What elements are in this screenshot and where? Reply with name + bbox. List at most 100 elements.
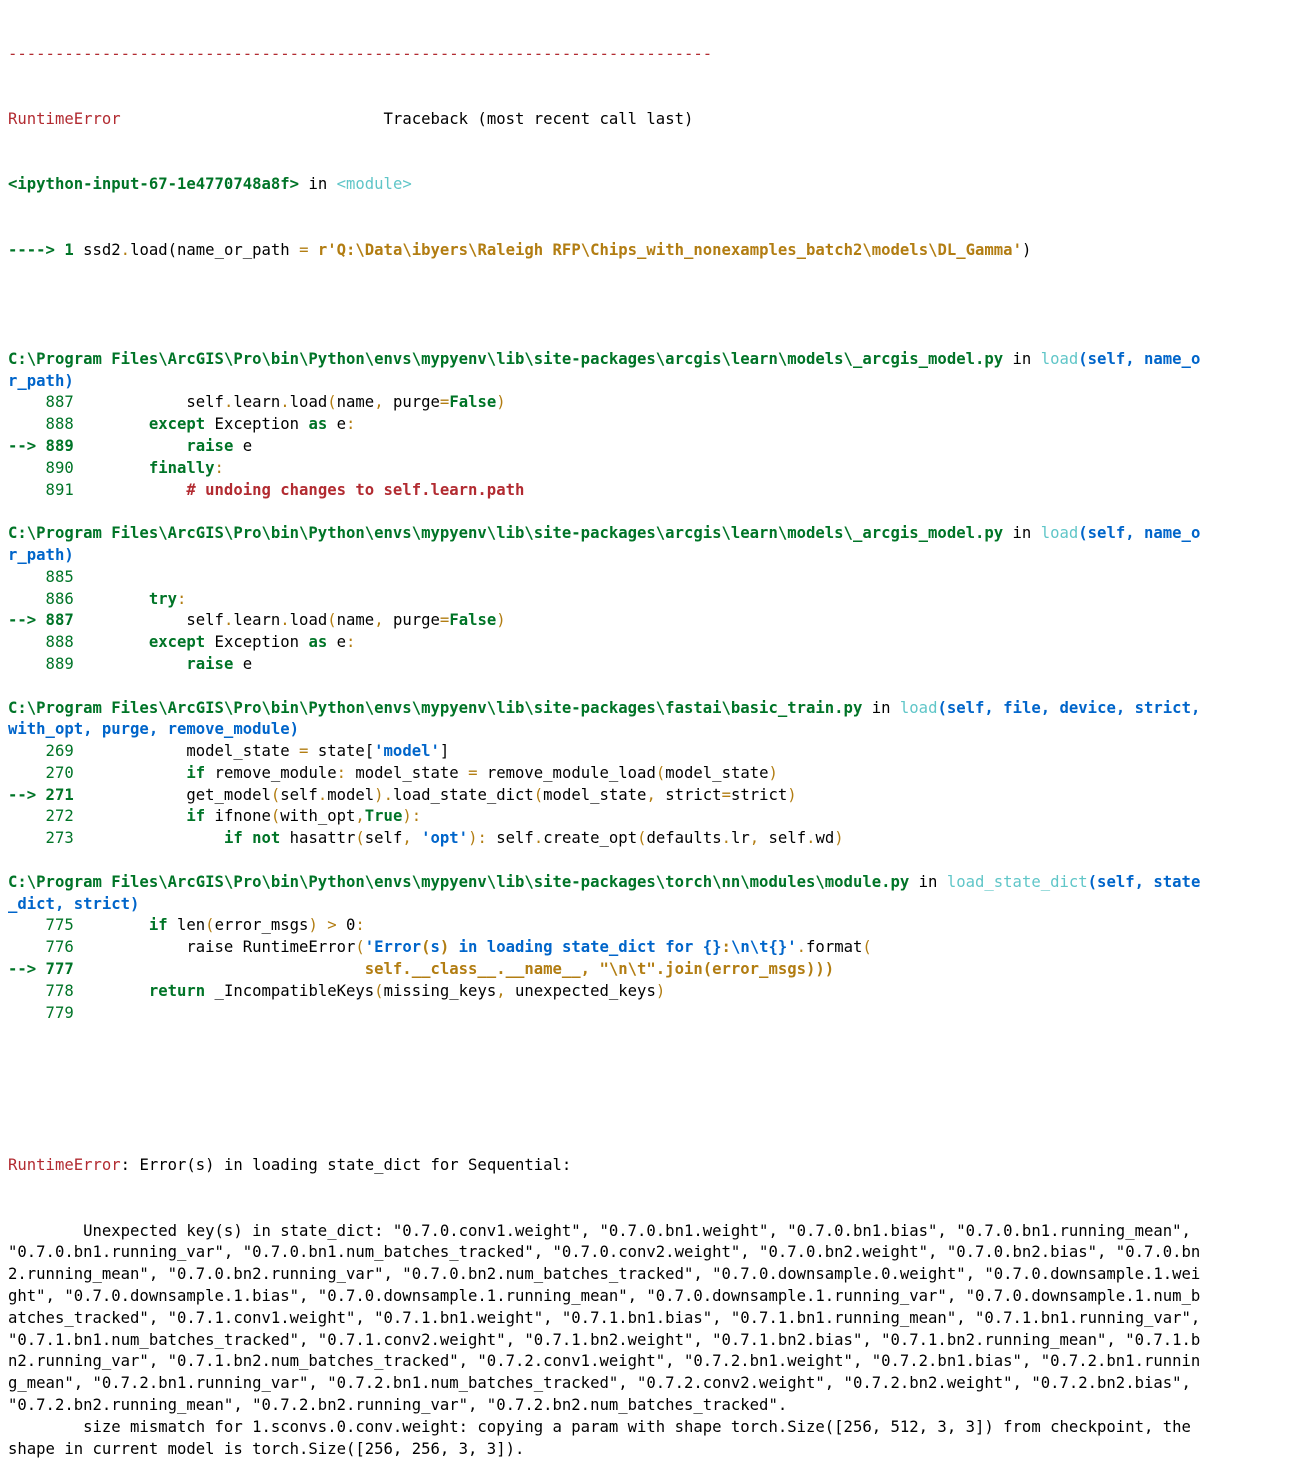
frame-in-word: in [909, 872, 947, 891]
frame-header: C:\Program Files\ArcGIS\Pro\bin\Python\e… [8, 872, 1294, 894]
frame-sig-cont: r_path) [8, 545, 74, 564]
frame-path: C:\Program Files\ArcGIS\Pro\bin\Python\e… [8, 872, 910, 891]
line-number: 885 [8, 567, 74, 586]
line-code: raise e [186, 654, 253, 673]
frame-func: load [1040, 349, 1079, 368]
line-code: if not hasattr(self, 'opt'): self.create… [223, 829, 844, 848]
line-code: return _IncompatibleKeys(missing_keys, u… [148, 981, 666, 1000]
line-number: 775 [8, 916, 74, 935]
frames: C:\Program Files\ArcGIS\Pro\bin\Python\e… [8, 327, 1294, 1025]
raw-string: r'Q:\Data\ibyers\Raleigh RFP\Chips_with_… [308, 240, 1022, 259]
code-line: --> 271 get_model(self.model).load_state… [8, 785, 1294, 807]
line-code: raise e [186, 436, 253, 455]
frame-header: C:\Program Files\ArcGIS\Pro\bin\Python\e… [8, 349, 1294, 371]
first-call: load [130, 240, 168, 259]
code-line: --> 887 self.learn.load(name, purge=Fals… [8, 610, 1294, 632]
line-number: 886 [8, 589, 74, 608]
frame-sig: (self, file, device, strict, [937, 698, 1201, 717]
frame-sig-cont: r_path) [8, 371, 74, 390]
error-detail-line: g_mean", "0.7.2.bn1.running_var", "0.7.2… [8, 1374, 1191, 1393]
frame-in-word: in [1003, 349, 1041, 368]
final-error-name: RuntimeError [8, 1156, 121, 1175]
first-obj: ssd2 [83, 240, 121, 259]
line-number: 889 [8, 654, 74, 673]
code-line: 888 except Exception as e: [8, 414, 1294, 436]
line-number: --> 889 [8, 436, 74, 455]
error-detail-line: 2.running_mean", "0.7.0.bn2.running_var"… [8, 1265, 1201, 1284]
frame-in-word: in [862, 698, 900, 717]
input-cell-line: <ipython-input-67-1e4770748a8f> in <modu… [8, 174, 1294, 196]
first-call-line: ----> 1 ssd2.load(name_or_path = r'Q:\Da… [8, 240, 1294, 262]
code-line: 891 # undoing changes to self.learn.path [8, 480, 1294, 502]
frame-func: load [1040, 524, 1079, 543]
final-error-line: RuntimeError: Error(s) in loading state_… [8, 1155, 1294, 1177]
final-error-msg: : Error(s) in loading state_dict for Seq… [120, 1156, 572, 1175]
line-code: # undoing changes to self.learn.path [73, 480, 525, 499]
error-detail-line: "0.7.1.bn1.num_batches_tracked", "0.7.1.… [8, 1330, 1201, 1349]
line-code: self.learn.load(name, purge=False) [73, 393, 506, 412]
close-paren: ) [1021, 240, 1032, 259]
line-number: 779 [8, 1003, 74, 1022]
traceback-title: Traceback (most recent call last) [383, 109, 694, 128]
final-error-details: Unexpected key(s) in state_dict: "0.7.0.… [8, 1221, 1294, 1461]
line-number: 891 [8, 480, 74, 499]
line-code: if ifnone(with_opt,True): [186, 807, 422, 826]
frame-func: load_state_dict [946, 872, 1088, 891]
line-code: raise RuntimeError('Error(s) in loading … [73, 938, 872, 957]
line-number: 890 [8, 458, 74, 477]
code-line: 775 if len(error_msgs) > 0: [8, 915, 1294, 937]
frame-path: C:\Program Files\ArcGIS\Pro\bin\Python\e… [8, 698, 863, 717]
error-detail-line: shape in current model is torch.Size([25… [8, 1439, 525, 1458]
traceback-output: ----------------------------------------… [0, 0, 1302, 1482]
code-line: 888 except Exception as e: [8, 632, 1294, 654]
frame-sig: (self, name_o [1078, 524, 1201, 543]
line-code: except Exception as e: [148, 415, 356, 434]
code-line: 776 raise RuntimeError('Error(s) in load… [8, 937, 1294, 959]
first-arrow: ----> 1 [8, 240, 74, 259]
frame-func: load [899, 698, 938, 717]
code-line: 273 if not hasattr(self, 'opt'): self.cr… [8, 828, 1294, 850]
line-number: 273 [8, 829, 74, 848]
line-number: 888 [8, 415, 74, 434]
separator-line: ----------------------------------------… [8, 44, 713, 63]
frame-sig: (self, state [1087, 872, 1201, 891]
frame-header: C:\Program Files\ArcGIS\Pro\bin\Python\e… [8, 523, 1294, 545]
line-number: 270 [8, 763, 74, 782]
line-code: except Exception as e: [148, 633, 356, 652]
error-name: RuntimeError [8, 109, 121, 128]
line-number: 887 [8, 393, 74, 412]
line-number: 888 [8, 633, 74, 652]
code-line: 887 self.learn.load(name, purge=False) [8, 392, 1294, 414]
frame-path: C:\Program Files\ArcGIS\Pro\bin\Python\e… [8, 349, 1004, 368]
line-code: try: [148, 589, 187, 608]
code-line: --> 777 self.__class__.__name__, "\n\t".… [8, 959, 1294, 981]
code-line: 269 model_state = state['model'] [8, 741, 1294, 763]
error-detail-line: size mismatch for 1.sconvs.0.conv.weight… [8, 1417, 1191, 1436]
code-line: --> 889 raise e [8, 436, 1294, 458]
error-detail-line: Unexpected key(s) in state_dict: "0.7.0.… [8, 1221, 1191, 1240]
line-code: self.__class__.__name__, "\n\t".join(err… [73, 960, 835, 979]
error-detail-line: ght", "0.7.0.downsample.1.bias", "0.7.0.… [8, 1287, 1201, 1306]
line-code: if remove_module: model_state = remove_m… [186, 763, 778, 782]
frame-sig-cont: _dict, strict) [8, 894, 140, 913]
traceback-header: RuntimeError Traceback (most recent call… [8, 109, 1294, 131]
line-number: 776 [8, 938, 74, 957]
frame-sig: (self, name_o [1078, 349, 1201, 368]
code-line: 889 raise e [8, 654, 1294, 676]
error-detail-line: "0.7.0.bn1.running_var", "0.7.0.bn1.num_… [8, 1243, 1201, 1262]
line-code: model_state = state['model'] [73, 742, 450, 761]
line-number: --> 777 [8, 960, 74, 979]
code-line: 272 if ifnone(with_opt,True): [8, 806, 1294, 828]
input-cell-id: <ipython-input-67-1e4770748a8f> [8, 175, 300, 194]
module-word: <module> [336, 175, 412, 194]
frame-header: C:\Program Files\ArcGIS\Pro\bin\Python\e… [8, 698, 1294, 720]
line-number: --> 887 [8, 611, 74, 630]
line-code: if len(error_msgs) > 0: [148, 916, 365, 935]
code-line: 778 return _IncompatibleKeys(missing_key… [8, 981, 1294, 1003]
line-number: --> 271 [8, 785, 74, 804]
error-detail-line: "0.7.2.bn2.running_mean", "0.7.2.bn2.run… [8, 1396, 788, 1414]
line-code: self.learn.load(name, purge=False) [73, 611, 506, 630]
first-args: (name_or_path [167, 240, 300, 259]
code-line: 779 [8, 1003, 1294, 1025]
line-number: 778 [8, 981, 74, 1000]
